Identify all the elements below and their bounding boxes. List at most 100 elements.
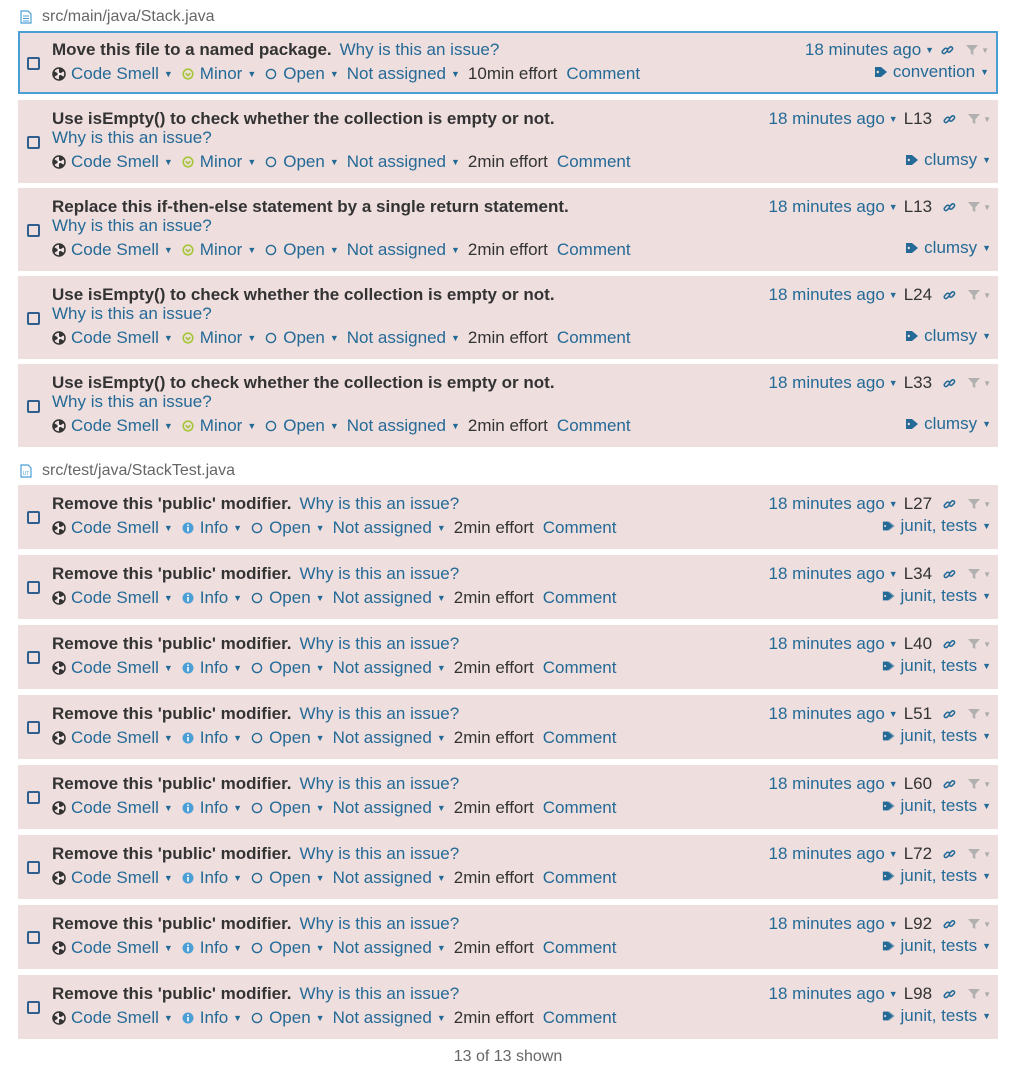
why-is-this-an-issue-link[interactable]: Why is this an issue?: [52, 216, 212, 236]
type-dropdown[interactable]: Code Smell ▼: [52, 328, 173, 348]
severity-dropdown[interactable]: Minor ▼: [181, 416, 256, 436]
status-dropdown[interactable]: Open ▼: [264, 64, 339, 84]
issue-card[interactable]: Use isEmpty() to check whether the colle…: [18, 364, 998, 447]
assignee-dropdown[interactable]: Not assigned ▼: [347, 64, 460, 84]
issue-message[interactable]: Remove this 'public' modifier.: [52, 984, 292, 1003]
type-dropdown[interactable]: Code Smell ▼: [52, 518, 173, 538]
issue-checkbox[interactable]: [27, 931, 40, 944]
issue-message[interactable]: Move this file to a named package.: [52, 40, 332, 59]
type-dropdown[interactable]: Code Smell ▼: [52, 588, 173, 608]
comment-link[interactable]: Comment: [543, 1008, 617, 1028]
issue-card[interactable]: Move this file to a named package. Why is…: [18, 31, 998, 94]
assignee-dropdown[interactable]: Not assigned ▼: [333, 868, 446, 888]
assignee-dropdown[interactable]: Not assigned ▼: [347, 240, 460, 260]
date-dropdown[interactable]: 18 minutes ago ▼: [769, 634, 904, 654]
why-is-this-an-issue-link[interactable]: Why is this an issue?: [300, 844, 460, 863]
comment-link[interactable]: Comment: [543, 588, 617, 608]
assignee-dropdown[interactable]: Not assigned ▼: [333, 938, 446, 958]
issue-message[interactable]: Use isEmpty() to check whether the colle…: [52, 373, 555, 392]
comment-link[interactable]: Comment: [557, 416, 631, 436]
severity-dropdown[interactable]: Info ▼: [181, 588, 242, 608]
type-dropdown[interactable]: Code Smell ▼: [52, 1008, 173, 1028]
issue-checkbox[interactable]: [27, 399, 40, 413]
filter-icon[interactable]: [966, 112, 982, 126]
filter-icon[interactable]: [966, 777, 982, 791]
comment-link[interactable]: Comment: [543, 798, 617, 818]
issue-checkbox[interactable]: [27, 721, 40, 734]
severity-dropdown[interactable]: Minor ▼: [181, 328, 256, 348]
date-dropdown[interactable]: 18 minutes ago ▼: [769, 984, 904, 1004]
tags-dropdown[interactable]: junit, tests ▼: [882, 656, 991, 676]
date-dropdown[interactable]: 18 minutes ago ▼: [769, 844, 904, 864]
why-is-this-an-issue-link[interactable]: Why is this an issue?: [300, 984, 460, 1003]
date-dropdown[interactable]: 18 minutes ago ▼: [769, 197, 904, 217]
tags-dropdown[interactable]: clumsy ▼: [905, 238, 991, 258]
filter-icon[interactable]: [966, 637, 982, 651]
issue-card[interactable]: Use isEmpty() to check whether the colle…: [18, 276, 998, 359]
issue-card[interactable]: Remove this 'public' modifier. Why is thi…: [18, 485, 998, 549]
assignee-dropdown[interactable]: Not assigned ▼: [333, 588, 446, 608]
filter-icon[interactable]: [966, 288, 982, 302]
issue-message[interactable]: Use isEmpty() to check whether the colle…: [52, 285, 555, 304]
type-dropdown[interactable]: Code Smell ▼: [52, 868, 173, 888]
tags-dropdown[interactable]: junit, tests ▼: [882, 726, 991, 746]
issue-message[interactable]: Remove this 'public' modifier.: [52, 914, 292, 933]
severity-dropdown[interactable]: Info ▼: [181, 798, 242, 818]
why-is-this-an-issue-link[interactable]: Why is this an issue?: [300, 704, 460, 723]
issue-message[interactable]: Remove this 'public' modifier.: [52, 704, 292, 723]
status-dropdown[interactable]: Open ▼: [264, 416, 339, 436]
assignee-dropdown[interactable]: Not assigned ▼: [347, 152, 460, 172]
tags-dropdown[interactable]: junit, tests ▼: [882, 516, 991, 536]
date-dropdown[interactable]: 18 minutes ago ▼: [769, 704, 904, 724]
severity-dropdown[interactable]: Info ▼: [181, 518, 242, 538]
comment-link[interactable]: Comment: [557, 240, 631, 260]
filter-icon[interactable]: [966, 847, 982, 861]
filter-icon[interactable]: [966, 376, 982, 390]
comment-link[interactable]: Comment: [543, 658, 617, 678]
issue-message[interactable]: Remove this 'public' modifier.: [52, 634, 292, 653]
status-dropdown[interactable]: Open ▼: [250, 728, 325, 748]
filter-icon[interactable]: [966, 707, 982, 721]
why-is-this-an-issue-link[interactable]: Why is this an issue?: [52, 128, 212, 148]
issue-checkbox[interactable]: [27, 135, 40, 149]
issue-card[interactable]: Remove this 'public' modifier. Why is thi…: [18, 765, 998, 829]
status-dropdown[interactable]: Open ▼: [264, 240, 339, 260]
assignee-dropdown[interactable]: Not assigned ▼: [347, 328, 460, 348]
issue-card[interactable]: Remove this 'public' modifier. Why is thi…: [18, 975, 998, 1039]
issue-checkbox[interactable]: [27, 861, 40, 874]
issue-message[interactable]: Use isEmpty() to check whether the colle…: [52, 109, 555, 128]
type-dropdown[interactable]: Code Smell ▼: [52, 240, 173, 260]
type-dropdown[interactable]: Code Smell ▼: [52, 658, 173, 678]
comment-link[interactable]: Comment: [566, 64, 640, 84]
status-dropdown[interactable]: Open ▼: [250, 938, 325, 958]
tags-dropdown[interactable]: junit, tests ▼: [882, 586, 991, 606]
assignee-dropdown[interactable]: Not assigned ▼: [333, 518, 446, 538]
date-dropdown[interactable]: 18 minutes ago ▼: [805, 40, 940, 60]
severity-dropdown[interactable]: Info ▼: [181, 658, 242, 678]
comment-link[interactable]: Comment: [543, 728, 617, 748]
severity-dropdown[interactable]: Info ▼: [181, 938, 242, 958]
filter-icon[interactable]: [966, 987, 982, 1001]
status-dropdown[interactable]: Open ▼: [250, 518, 325, 538]
filter-icon[interactable]: [966, 917, 982, 931]
filter-icon[interactable]: [964, 43, 980, 57]
issue-checkbox[interactable]: [27, 581, 40, 594]
date-dropdown[interactable]: 18 minutes ago ▼: [769, 109, 904, 129]
why-is-this-an-issue-link[interactable]: Why is this an issue?: [300, 494, 460, 513]
issue-checkbox[interactable]: [27, 511, 40, 524]
issue-checkbox[interactable]: [27, 311, 40, 325]
assignee-dropdown[interactable]: Not assigned ▼: [333, 1008, 446, 1028]
date-dropdown[interactable]: 18 minutes ago ▼: [769, 914, 904, 934]
tags-dropdown[interactable]: junit, tests ▼: [882, 796, 991, 816]
status-dropdown[interactable]: Open ▼: [250, 588, 325, 608]
comment-link[interactable]: Comment: [543, 518, 617, 538]
comment-link[interactable]: Comment: [557, 328, 631, 348]
why-is-this-an-issue-link[interactable]: Why is this an issue?: [52, 304, 212, 324]
date-dropdown[interactable]: 18 minutes ago ▼: [769, 285, 904, 305]
issue-message[interactable]: Remove this 'public' modifier.: [52, 494, 292, 513]
severity-dropdown[interactable]: Minor ▼: [181, 64, 256, 84]
date-dropdown[interactable]: 18 minutes ago ▼: [769, 774, 904, 794]
why-is-this-an-issue-link[interactable]: Why is this an issue?: [300, 634, 460, 653]
assignee-dropdown[interactable]: Not assigned ▼: [347, 416, 460, 436]
type-dropdown[interactable]: Code Smell ▼: [52, 416, 173, 436]
